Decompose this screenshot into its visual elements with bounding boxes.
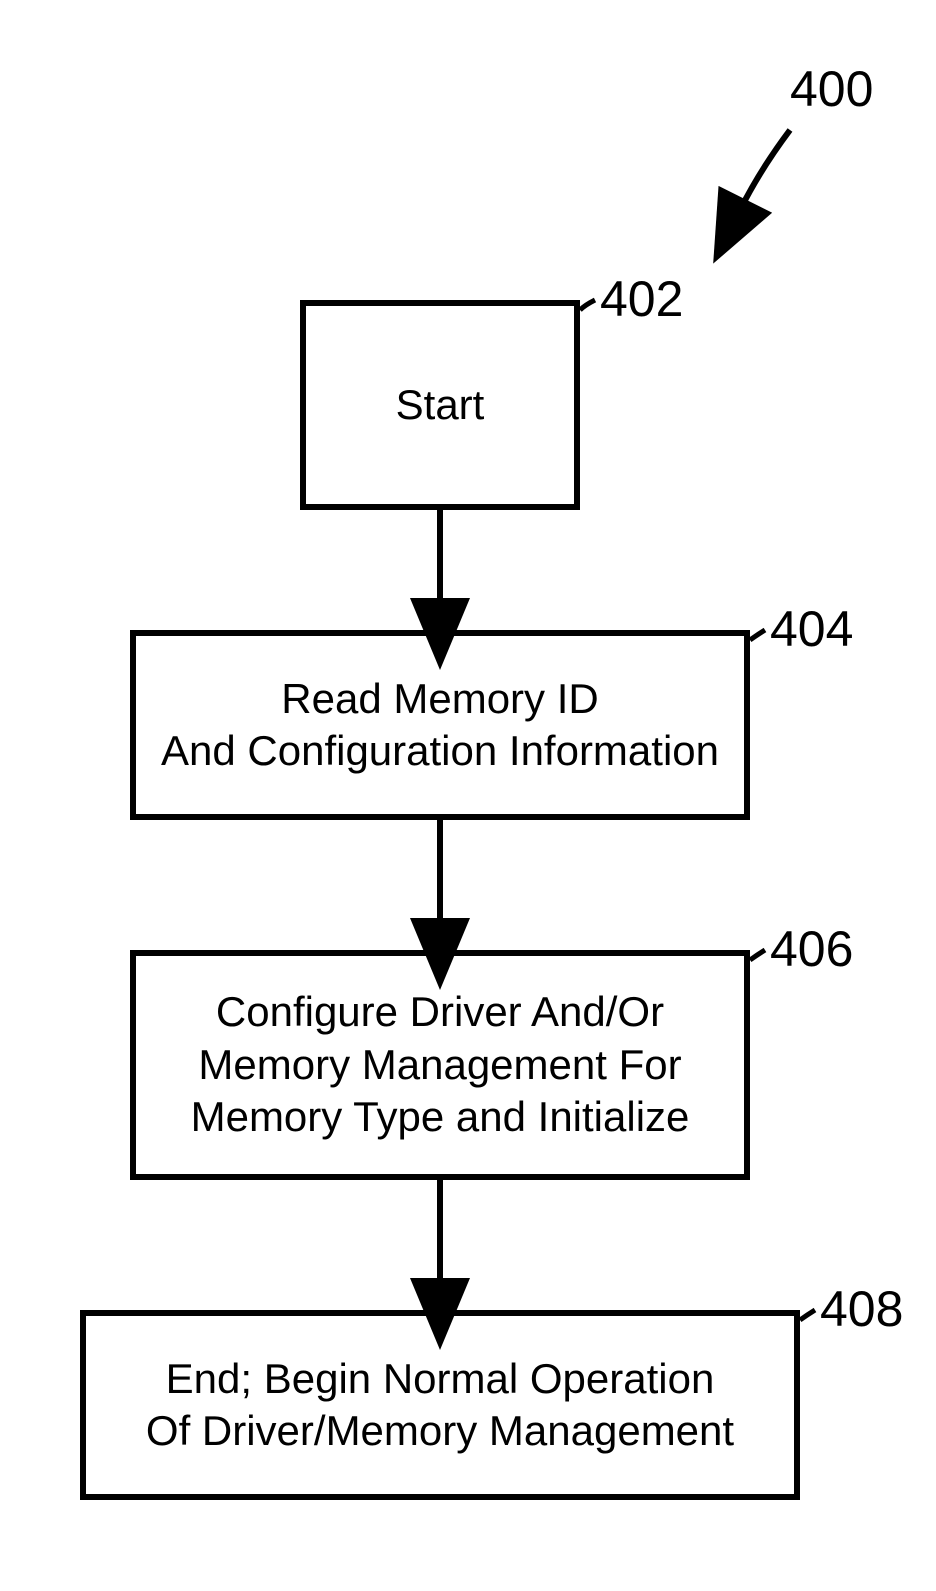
flowchart-canvas: 400 Start 402 Read Memory IDAnd Configur… [0,0,936,1591]
leader-402 [580,300,595,310]
leader-406 [750,950,765,960]
leader-408 [800,1310,815,1320]
node-read-label: 404 [770,600,853,658]
node-end: End; Begin Normal OperationOf Driver/Mem… [80,1310,800,1500]
node-end-text: End; Begin Normal OperationOf Driver/Mem… [146,1353,734,1458]
node-read-text: Read Memory IDAnd Configuration Informat… [161,673,719,778]
node-start-text: Start [396,379,485,432]
node-start-label: 402 [600,270,683,328]
leader-figure-arrow [740,130,790,210]
node-configure-text: Configure Driver And/OrMemory Management… [191,986,690,1144]
leader-404 [750,630,765,640]
node-read: Read Memory IDAnd Configuration Informat… [130,630,750,820]
node-configure-label: 406 [770,920,853,978]
node-start: Start [300,300,580,510]
figure-number-label: 400 [790,60,873,118]
node-configure: Configure Driver And/OrMemory Management… [130,950,750,1180]
node-end-label: 408 [820,1280,903,1338]
